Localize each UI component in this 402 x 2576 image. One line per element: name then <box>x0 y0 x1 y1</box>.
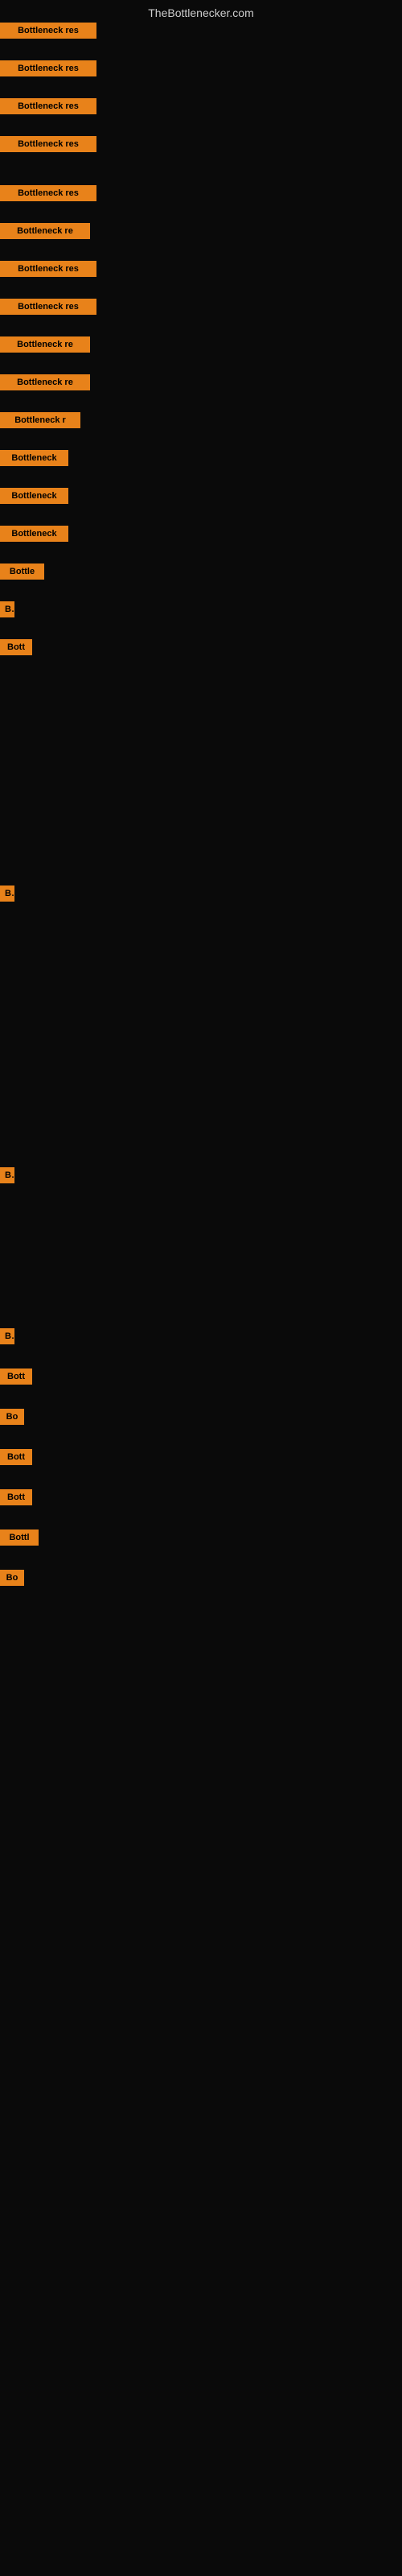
bottleneck-button-20[interactable]: B <box>0 1328 14 1344</box>
bottleneck-button-18[interactable]: B <box>0 886 14 902</box>
bottleneck-button-22[interactable]: Bo <box>0 1409 24 1425</box>
bottleneck-button-5[interactable]: Bottleneck res <box>0 185 96 201</box>
bottleneck-button-6[interactable]: Bottleneck re <box>0 223 90 239</box>
bottleneck-button-3[interactable]: Bottleneck res <box>0 98 96 114</box>
bottleneck-button-23[interactable]: Bott <box>0 1449 32 1465</box>
bottleneck-button-10[interactable]: Bottleneck re <box>0 374 90 390</box>
bottleneck-button-24[interactable]: Bott <box>0 1489 32 1505</box>
bottleneck-button-17[interactable]: Bott <box>0 639 32 655</box>
bottleneck-button-11[interactable]: Bottleneck r <box>0 412 80 428</box>
bottleneck-button-14[interactable]: Bottleneck <box>0 526 68 542</box>
bottleneck-button-12[interactable]: Bottleneck <box>0 450 68 466</box>
bottleneck-button-21[interactable]: Bott <box>0 1368 32 1385</box>
bottleneck-button-7[interactable]: Bottleneck res <box>0 261 96 277</box>
bottleneck-button-25[interactable]: Bottl <box>0 1530 39 1546</box>
bottleneck-button-4[interactable]: Bottleneck res <box>0 136 96 152</box>
bottleneck-button-19[interactable]: B <box>0 1167 14 1183</box>
bottleneck-button-13[interactable]: Bottleneck <box>0 488 68 504</box>
bottleneck-button-8[interactable]: Bottleneck res <box>0 299 96 315</box>
bottleneck-button-26[interactable]: Bo <box>0 1570 24 1586</box>
bottleneck-button-9[interactable]: Bottleneck re <box>0 336 90 353</box>
bottleneck-button-1[interactable]: Bottleneck res <box>0 23 96 39</box>
bottleneck-button-16[interactable]: B <box>0 601 14 617</box>
bottleneck-button-15[interactable]: Bottle <box>0 564 44 580</box>
bottleneck-button-2[interactable]: Bottleneck res <box>0 60 96 76</box>
